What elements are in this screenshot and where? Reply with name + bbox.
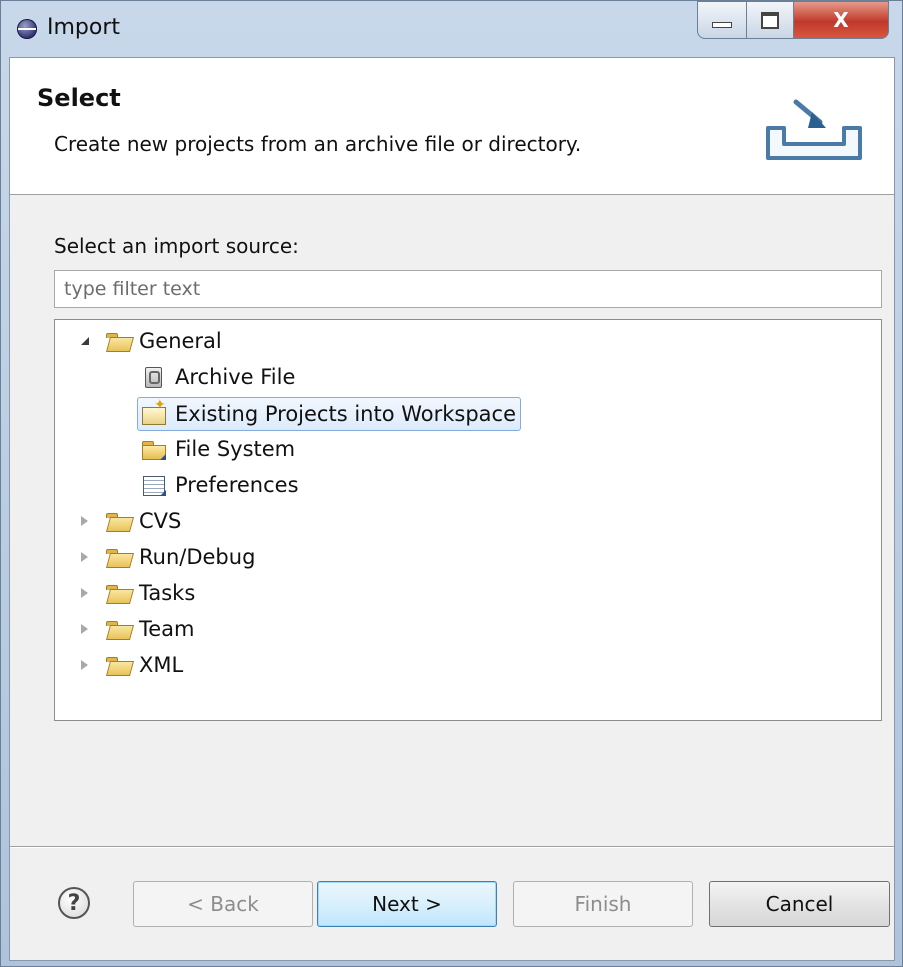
open-folder-icon (105, 330, 131, 352)
expand-arrow-icon[interactable] (79, 587, 91, 599)
tree-item-label: Archive File (175, 365, 296, 389)
window-title: Import (47, 15, 121, 40)
collapse-arrow-icon[interactable] (79, 335, 91, 347)
tree-item-existing-projects[interactable]: Existing Projects into Workspace (137, 397, 522, 431)
tree-item-file-system[interactable]: File System (141, 433, 295, 465)
page-description: Create new projects from an archive file… (54, 132, 582, 156)
tree-item-cvs[interactable]: CVS (79, 505, 181, 537)
expand-arrow-icon[interactable] (79, 623, 91, 635)
tree-item-label: Team (139, 617, 195, 641)
expand-arrow-icon[interactable] (79, 551, 91, 563)
tree-item-label: Preferences (175, 473, 299, 497)
maximize-button[interactable] (746, 1, 794, 39)
footer-divider (10, 846, 894, 848)
tree-item-tasks[interactable]: Tasks (79, 577, 195, 609)
minimize-button[interactable] (697, 1, 747, 39)
minimize-icon (712, 22, 732, 28)
close-button[interactable]: X (793, 1, 889, 39)
folder-icon (141, 438, 167, 460)
tree-item-label: General (139, 329, 222, 353)
cancel-button[interactable]: Cancel (709, 881, 890, 927)
tree-item-label: CVS (139, 509, 182, 533)
title-bar[interactable]: Import X (1, 1, 902, 57)
tree-item-label: File System (175, 437, 296, 461)
tree-item-team[interactable]: Team (79, 613, 195, 645)
back-button[interactable]: < Back (133, 881, 313, 927)
next-button[interactable]: Next > (317, 881, 497, 927)
import-source-label: Select an import source: (54, 234, 299, 258)
help-icon[interactable]: ? (58, 887, 90, 919)
preferences-icon (141, 474, 167, 496)
tree-item-archive-file[interactable]: Archive File (141, 361, 295, 393)
import-wizard-icon (766, 99, 862, 160)
tree-item-general[interactable]: General (79, 325, 222, 357)
tree-item-label: Run/Debug (139, 545, 256, 569)
folder-icon (105, 654, 131, 676)
tree-item-xml[interactable]: XML (79, 649, 183, 681)
filter-input[interactable] (54, 270, 882, 308)
import-dialog: Import X Select Create new projects from… (0, 0, 903, 967)
dialog-content: Select Create new projects from an archi… (9, 57, 895, 961)
folder-icon (105, 510, 131, 532)
eclipse-icon (17, 19, 37, 39)
tree-item-label: XML (139, 653, 184, 677)
archive-file-icon (141, 366, 167, 388)
finish-button[interactable]: Finish (513, 881, 693, 927)
tree-item-preferences[interactable]: Preferences (141, 469, 299, 501)
help-glyph: ? (67, 890, 81, 916)
wizard-header: Select Create new projects from an archi… (10, 58, 894, 195)
tree-item-run-debug[interactable]: Run/Debug (79, 541, 255, 573)
expand-arrow-icon[interactable] (79, 515, 91, 527)
import-source-tree[interactable]: General Archive File Existing Projects i… (54, 319, 882, 721)
expand-arrow-icon[interactable] (79, 659, 91, 671)
tree-item-label: Tasks (139, 581, 196, 605)
folder-icon (105, 618, 131, 640)
folder-icon (105, 582, 131, 604)
close-icon: X (833, 8, 849, 32)
existing-projects-icon (141, 397, 167, 425)
folder-icon (105, 546, 131, 568)
tree-item-label: Existing Projects into Workspace (175, 402, 517, 426)
page-title: Select (37, 84, 121, 112)
maximize-icon (761, 11, 779, 29)
